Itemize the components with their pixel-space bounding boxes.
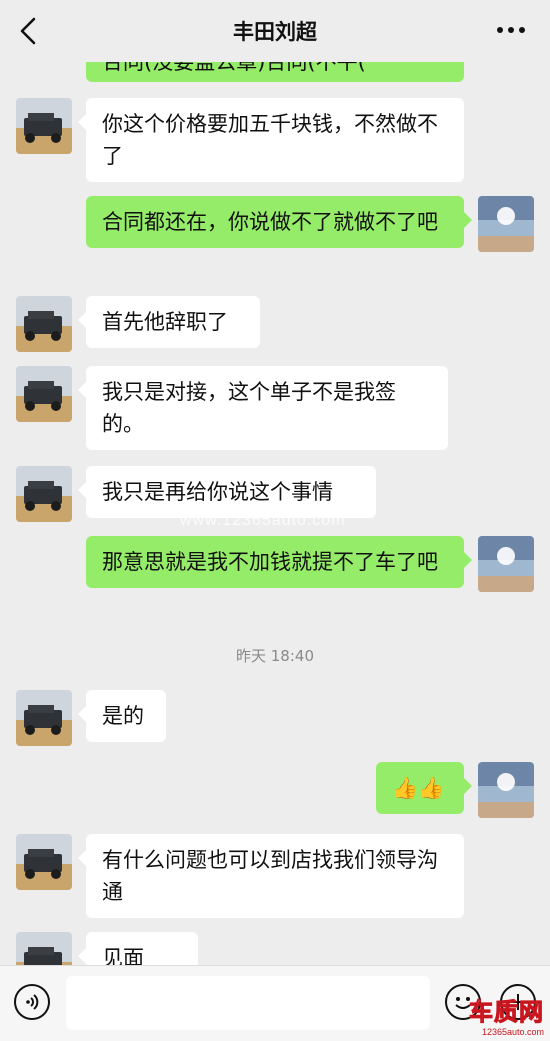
logo-text: 车质网	[469, 998, 544, 1027]
chat-title: 丰田刘超	[233, 20, 317, 44]
voice-icon	[26, 994, 39, 1010]
message-bubble-in[interactable]: 你这个价格要加五千块钱，不然做不了	[78, 98, 464, 182]
message-text: 见面聊。	[102, 946, 144, 965]
logo-subtext: 12365auto.com	[481, 1027, 544, 1037]
site-logo: 车质网 12365auto.com	[469, 992, 545, 1038]
message-text: 那意思就是我不加钱就提不了车了吧	[102, 550, 438, 574]
my-avatar[interactable]	[478, 762, 534, 818]
contact-avatar[interactable]	[16, 296, 72, 352]
message-bubble-in[interactable]: 我只是再给你说这个事情	[78, 466, 376, 518]
site-watermark: www.12365auto.com	[180, 512, 346, 529]
ellipsis-icon	[497, 27, 525, 33]
voice-button[interactable]	[14, 984, 50, 1020]
contact-avatar[interactable]	[16, 834, 72, 890]
message-timestamp: 昨天 18:40	[236, 647, 314, 665]
message-bubble-out[interactable]: 👍👍	[376, 762, 472, 814]
message-bubble-in[interactable]: 见面聊。	[78, 932, 198, 965]
contact-avatar[interactable]	[16, 98, 72, 154]
more-button[interactable]	[494, 20, 528, 40]
chat-area[interactable]: 合同(没要盖公章)合同(不平( 你这个价格要加五千块钱，不然做不了 合同都还在，…	[0, 0, 550, 965]
message-text: 有什么问题也可以到店找我们领导沟通	[102, 848, 438, 904]
message-bubble-out[interactable]: 合同都还在，你说做不了就做不了吧	[86, 196, 472, 248]
message-text: 我只是再给你说这个事情	[102, 480, 333, 504]
contact-avatar[interactable]	[16, 932, 72, 965]
chat-header: 丰田刘超	[0, 0, 550, 62]
contact-avatar[interactable]	[16, 690, 72, 746]
my-avatar[interactable]	[478, 536, 534, 592]
message-bubble-out[interactable]: 那意思就是我不加钱就提不了车了吧	[86, 536, 472, 588]
message-input[interactable]	[66, 976, 430, 1030]
message-text: 合同都还在，你说做不了就做不了吧	[102, 210, 438, 234]
message-text: 是的	[102, 704, 144, 728]
message-bubble-in[interactable]: 有什么问题也可以到店找我们领导沟通	[78, 834, 464, 918]
message-bubble-in[interactable]: 我只是对接，这个单子不是我签的。	[78, 366, 448, 450]
message-bubble-in[interactable]: 首先他辞职了	[78, 296, 260, 348]
message-bubble-in[interactable]: 是的	[78, 690, 166, 742]
message-text: 首先他辞职了	[102, 310, 228, 334]
message-text: 👍👍	[392, 776, 445, 800]
message-text: 我只是对接，这个单子不是我签的。	[102, 380, 396, 436]
contact-avatar[interactable]	[16, 466, 72, 522]
message-text: 你这个价格要加五千块钱，不然做不了	[102, 112, 438, 168]
my-avatar[interactable]	[478, 196, 534, 252]
contact-avatar[interactable]	[16, 366, 72, 422]
input-bar: 车质网 12365auto.com	[0, 965, 550, 1041]
